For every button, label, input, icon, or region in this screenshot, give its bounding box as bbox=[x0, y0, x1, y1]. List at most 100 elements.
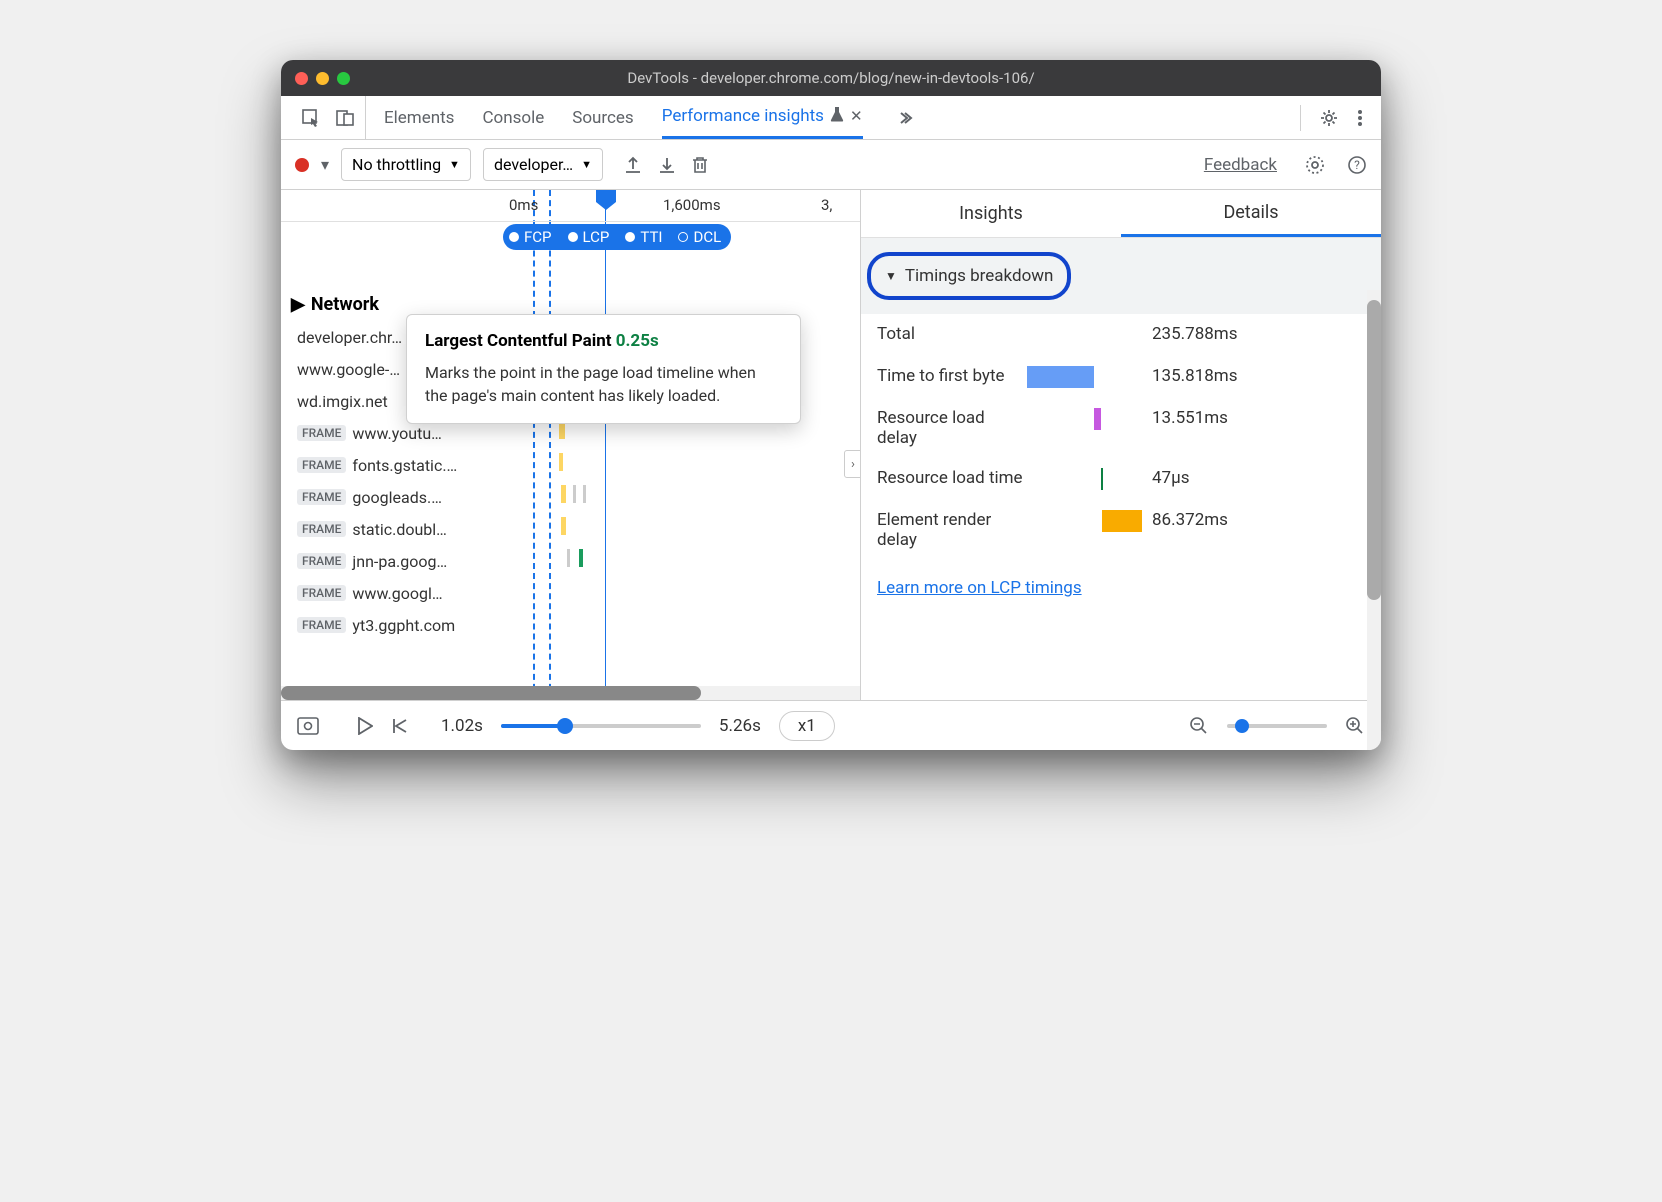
feedback-link[interactable]: Feedback bbox=[1204, 155, 1277, 175]
network-row-label: wd.imgix.net bbox=[297, 392, 388, 411]
tooltip-body: Marks the point in the page load timelin… bbox=[425, 361, 782, 407]
badge-dcl[interactable]: DCL bbox=[672, 224, 731, 250]
req-bar[interactable] bbox=[559, 453, 563, 471]
vertical-scrollbar[interactable] bbox=[1367, 290, 1381, 750]
time-slider[interactable] bbox=[501, 724, 701, 728]
rewind-icon[interactable] bbox=[391, 717, 409, 735]
timing-value: 135.818ms bbox=[1152, 366, 1238, 388]
frame-tag: FRAME bbox=[297, 457, 346, 473]
device-toggle-icon[interactable] bbox=[335, 108, 355, 128]
window-title: DevTools - developer.chrome.com/blog/new… bbox=[627, 69, 1034, 87]
settings-gear-icon[interactable] bbox=[1305, 155, 1325, 175]
timing-bar-area bbox=[1027, 510, 1142, 532]
details-panel: Insights Details ▼Timings breakdown Tota… bbox=[861, 190, 1381, 700]
timing-bar-area bbox=[1027, 366, 1142, 388]
network-row[interactable]: FRAME www.googl… bbox=[281, 577, 860, 609]
help-icon[interactable]: ? bbox=[1347, 155, 1367, 175]
learn-more-link[interactable]: Learn more on LCP timings bbox=[861, 560, 1381, 616]
network-row-label: www.google-… bbox=[297, 360, 400, 379]
throttling-dropdown[interactable]: No throttling▼ bbox=[341, 148, 471, 181]
timeline-panel: 0ms 1,600ms 3, FCP LCP TTI DCL ▶ Network… bbox=[281, 190, 861, 700]
delete-icon[interactable] bbox=[691, 155, 709, 175]
req-bar[interactable] bbox=[567, 549, 570, 567]
minimize-window-button[interactable] bbox=[316, 72, 329, 85]
play-icon[interactable] bbox=[357, 717, 373, 735]
timing-bar bbox=[1102, 510, 1142, 532]
frame-tag: FRAME bbox=[297, 425, 346, 441]
badge-lcp[interactable]: LCP bbox=[562, 224, 620, 250]
time-ruler: 0ms 1,600ms 3, bbox=[281, 190, 860, 222]
timing-label: Resource load delay bbox=[877, 408, 1027, 448]
origin-dropdown[interactable]: developer…▼ bbox=[483, 148, 603, 181]
tab-sources[interactable]: Sources bbox=[572, 96, 633, 139]
timing-row: Total 235.788ms bbox=[861, 314, 1381, 356]
timing-value: 13.551ms bbox=[1152, 408, 1228, 448]
badge-fcp[interactable]: FCP bbox=[503, 224, 562, 250]
timing-label: Element render delay bbox=[877, 510, 1027, 550]
zoom-slider[interactable] bbox=[1227, 724, 1327, 728]
speed-selector[interactable]: x1 bbox=[779, 711, 835, 741]
record-dropdown-icon[interactable]: ▾ bbox=[321, 155, 329, 174]
gear-icon[interactable] bbox=[1319, 108, 1339, 128]
network-row-label: www.googl… bbox=[352, 584, 442, 603]
zoom-out-icon[interactable] bbox=[1189, 716, 1209, 736]
req-bar[interactable] bbox=[573, 485, 576, 503]
tab-console[interactable]: Console bbox=[482, 96, 544, 139]
expand-panel-icon[interactable]: › bbox=[844, 450, 861, 478]
frame-tag: FRAME bbox=[297, 585, 346, 601]
inspect-element-icon[interactable] bbox=[301, 108, 321, 128]
tab-performance-insights[interactable]: Performance insights ✕ bbox=[662, 96, 863, 139]
tab-elements[interactable]: Elements bbox=[384, 96, 454, 139]
network-row-label: yt3.ggpht.com bbox=[352, 616, 455, 635]
timing-value: 86.372ms bbox=[1152, 510, 1228, 550]
timing-bar-area bbox=[1027, 408, 1142, 430]
req-bar[interactable] bbox=[583, 485, 586, 503]
lcp-tooltip: Largest Contentful Paint 0.25s Marks the… bbox=[406, 314, 801, 424]
timing-row: Resource load time 47µs bbox=[861, 458, 1381, 500]
frame-tag: FRAME bbox=[297, 521, 346, 537]
horizontal-scrollbar[interactable] bbox=[281, 686, 860, 700]
timing-label: Total bbox=[877, 324, 1027, 346]
perf-toolbar: ▾ No throttling▼ developer…▼ Feedback ? bbox=[281, 140, 1381, 190]
zoom-in-icon[interactable] bbox=[1345, 716, 1365, 736]
timings-breakdown-header[interactable]: ▼Timings breakdown bbox=[867, 252, 1071, 300]
tab-details[interactable]: Details bbox=[1121, 190, 1381, 237]
req-bar[interactable] bbox=[561, 485, 566, 503]
record-button[interactable] bbox=[295, 158, 309, 172]
time-total: 5.26s bbox=[719, 716, 761, 736]
badge-tti[interactable]: TTI bbox=[619, 224, 672, 250]
timing-bar-area bbox=[1027, 324, 1142, 346]
metric-badges: FCP LCP TTI DCL bbox=[503, 224, 731, 250]
timing-bar bbox=[1027, 366, 1094, 388]
maximize-window-button[interactable] bbox=[337, 72, 350, 85]
preview-icon[interactable] bbox=[297, 717, 319, 735]
close-window-button[interactable] bbox=[295, 72, 308, 85]
import-icon[interactable] bbox=[657, 155, 677, 175]
more-tabs-icon[interactable] bbox=[897, 110, 913, 126]
timing-bar bbox=[1101, 468, 1103, 490]
timing-bar bbox=[1094, 408, 1101, 430]
timing-value: 47µs bbox=[1152, 468, 1190, 490]
frame-tag: FRAME bbox=[297, 553, 346, 569]
network-row[interactable]: FRAME yt3.ggpht.com bbox=[281, 609, 860, 641]
timing-label: Time to first byte bbox=[877, 366, 1027, 388]
export-icon[interactable] bbox=[623, 155, 643, 175]
svg-text:?: ? bbox=[1354, 158, 1360, 172]
timing-value: 235.788ms bbox=[1152, 324, 1238, 346]
req-bar[interactable] bbox=[561, 517, 566, 535]
network-row-label: developer.chr… bbox=[297, 328, 402, 347]
kebab-menu-icon[interactable] bbox=[1357, 108, 1363, 128]
network-row-label: googleads.… bbox=[352, 488, 442, 507]
close-tab-icon[interactable]: ✕ bbox=[850, 107, 863, 125]
tab-insights[interactable]: Insights bbox=[861, 190, 1121, 237]
timing-label: Resource load time bbox=[877, 468, 1027, 490]
time-current: 1.02s bbox=[441, 716, 483, 736]
tooltip-title: Largest Contentful Paint 0.25s bbox=[425, 331, 782, 351]
timing-row: Element render delay 86.372ms bbox=[861, 500, 1381, 560]
req-bar[interactable] bbox=[579, 549, 583, 567]
timing-row: Time to first byte 135.818ms bbox=[861, 356, 1381, 398]
network-row-label: fonts.gstatic.… bbox=[352, 456, 457, 475]
timing-row: Resource load delay 13.551ms bbox=[861, 398, 1381, 458]
frame-tag: FRAME bbox=[297, 617, 346, 633]
network-row-label: www.youtu… bbox=[352, 424, 441, 443]
